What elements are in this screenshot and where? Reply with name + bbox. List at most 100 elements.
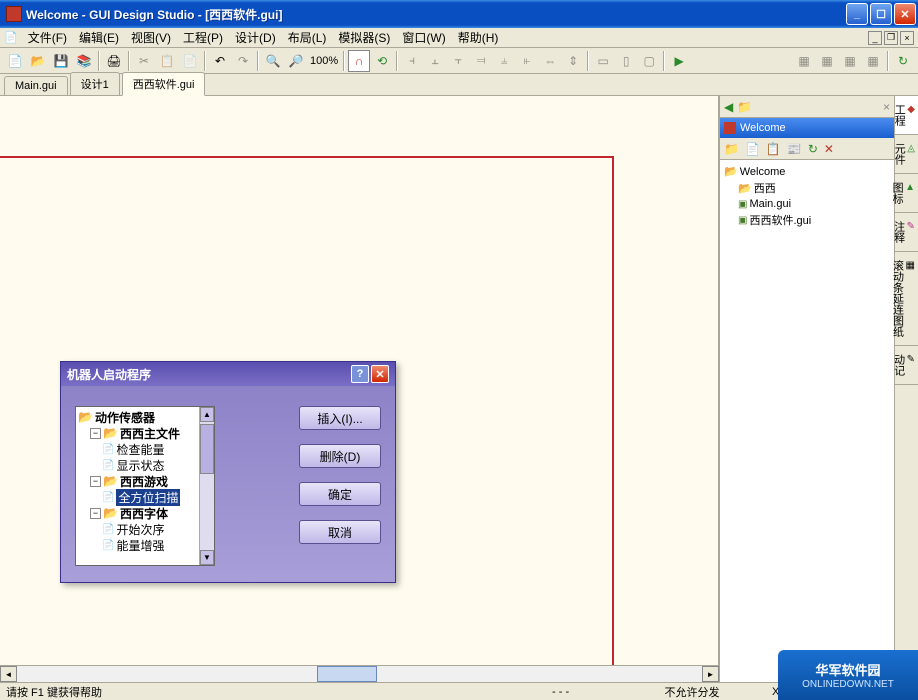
scroll-thumb[interactable]	[200, 424, 214, 474]
snap-button[interactable]: ∩	[348, 50, 370, 72]
link-button[interactable]: ⟲	[371, 50, 393, 72]
undo-button[interactable]: ↶	[209, 50, 231, 72]
side-tab-project[interactable]: ◆工程	[895, 96, 918, 135]
design-canvas[interactable]: 机器人启动程序 ? ✕ 📂动作传感器 −📂西西主文件 📄检查能量 📄显示状态	[0, 96, 719, 665]
side-tab-icons[interactable]: ▲图标	[895, 174, 918, 213]
side-tab-elements[interactable]: ◬元件	[895, 135, 918, 174]
scroll-left-icon[interactable]: ◄	[0, 666, 17, 682]
panel-nav-back-icon[interactable]: ◀	[724, 100, 733, 114]
align-left-button[interactable]: ⫞	[401, 50, 423, 72]
dialog-tree-scrollbar[interactable]: ▲ ▼	[199, 407, 214, 565]
cancel-button[interactable]: 取消	[299, 520, 381, 544]
side-tab-log[interactable]: ✎动记	[895, 346, 918, 385]
distribute-h-button[interactable]: ⇔	[539, 50, 561, 72]
tree-root[interactable]: 动作传感器	[95, 409, 155, 426]
scroll-right-icon[interactable]: ►	[702, 666, 719, 682]
close-button[interactable]: ✕	[894, 3, 916, 25]
menu-window[interactable]: 窗口(W)	[396, 27, 451, 48]
view-icon[interactable]: 📰	[787, 142, 802, 156]
tree-file[interactable]: Main.gui	[749, 198, 791, 210]
scroll-down-icon[interactable]: ▼	[200, 550, 214, 565]
tree-item[interactable]: 能量增强	[116, 537, 164, 554]
zoom-out-button[interactable]: 🔎	[285, 50, 307, 72]
tree-root[interactable]: Welcome	[740, 166, 786, 178]
dialog-close-button[interactable]: ✕	[371, 365, 389, 383]
insert-button[interactable]: 插入(I)...	[299, 406, 381, 430]
minimize-button[interactable]: _	[846, 3, 868, 25]
menu-design[interactable]: 设计(D)	[229, 27, 282, 48]
tab-xixi-software[interactable]: 西西软件.gui	[122, 72, 206, 96]
mdi-close-button[interactable]: ×	[900, 31, 914, 45]
zoom-level[interactable]: 100%	[308, 55, 340, 67]
forward-button[interactable]: ▦	[839, 50, 861, 72]
refresh-icon[interactable]: ↻	[808, 142, 818, 156]
side-tab-notes[interactable]: ✎注释	[895, 213, 918, 252]
align-center-button[interactable]: ⫠	[424, 50, 446, 72]
back-button[interactable]: ▦	[816, 50, 838, 72]
mdi-restore-button[interactable]: ❐	[884, 31, 898, 45]
panel-folder-icon[interactable]: 📁	[737, 100, 752, 114]
tree-item[interactable]: 检查能量	[116, 441, 164, 458]
panel-close-button[interactable]: ×	[883, 100, 890, 114]
open-button[interactable]: 📂	[27, 50, 49, 72]
same-height-button[interactable]: ▯	[615, 50, 637, 72]
dialog-titlebar[interactable]: 机器人启动程序 ? ✕	[61, 362, 395, 386]
menu-project[interactable]: 工程(P)	[177, 27, 229, 48]
menu-simulator[interactable]: 模拟器(S)	[332, 27, 396, 48]
copy-button[interactable]: 📋	[156, 50, 178, 72]
robot-startup-dialog[interactable]: 机器人启动程序 ? ✕ 📂动作传感器 −📂西西主文件 📄检查能量 📄显示状态	[60, 361, 396, 583]
new-folder-icon[interactable]: 📁	[724, 142, 739, 156]
tab-design1[interactable]: 设计1	[70, 72, 120, 95]
paste-button[interactable]: 📄	[179, 50, 201, 72]
align-top-button[interactable]: ⫤	[470, 50, 492, 72]
copy-icon[interactable]: 📋	[766, 142, 781, 156]
tree-group1[interactable]: 西西主文件	[120, 425, 180, 442]
save-button[interactable]: 💾	[50, 50, 72, 72]
dialog-help-button[interactable]: ?	[351, 365, 369, 383]
run-button[interactable]: ▶	[668, 50, 690, 72]
ok-button[interactable]: 确定	[299, 482, 381, 506]
save-all-button[interactable]: 📚	[73, 50, 95, 72]
scroll-track[interactable]	[17, 666, 702, 682]
tree-group2[interactable]: 西西游戏	[120, 473, 168, 490]
align-right-button[interactable]: ⫟	[447, 50, 469, 72]
redo-button[interactable]: ↷	[232, 50, 254, 72]
menu-edit[interactable]: 编辑(E)	[73, 27, 125, 48]
project-tree[interactable]: 📂Welcome 📂西西 ▣Main.gui ▣西西软件.gui	[720, 160, 894, 682]
maximize-button[interactable]: ☐	[870, 3, 892, 25]
mdi-icon[interactable]: 📄	[4, 31, 18, 44]
new-button[interactable]: 📄	[4, 50, 26, 72]
align-middle-button[interactable]: ⫨	[493, 50, 515, 72]
mdi-minimize-button[interactable]: _	[868, 31, 882, 45]
tree-item[interactable]: 显示状态	[116, 457, 164, 474]
same-size-button[interactable]: ▢	[638, 50, 660, 72]
same-width-button[interactable]: ▭	[592, 50, 614, 72]
menu-layout[interactable]: 布局(L)	[282, 27, 333, 48]
side-tab-storyboard[interactable]: ▦滚动条延连图纸	[895, 252, 918, 346]
tree-item-selected[interactable]: 全方位扫描	[116, 489, 180, 506]
delete-icon[interactable]: ✕	[824, 142, 834, 156]
delete-button[interactable]: 删除(D)	[299, 444, 381, 468]
menu-help[interactable]: 帮助(H)	[452, 27, 505, 48]
menu-file[interactable]: 文件(F)	[22, 27, 73, 48]
backward-button[interactable]: ▦	[862, 50, 884, 72]
tree-group3[interactable]: 西西字体	[120, 505, 168, 522]
menu-view[interactable]: 视图(V)	[125, 27, 177, 48]
front-button[interactable]: ▦	[793, 50, 815, 72]
zoom-in-button[interactable]: 🔍	[262, 50, 284, 72]
align-bottom-button[interactable]: ⫦	[516, 50, 538, 72]
tree-folder[interactable]: 西西	[754, 180, 776, 196]
new-file-icon[interactable]: 📄	[745, 142, 760, 156]
scroll-thumb[interactable]	[317, 666, 377, 682]
scroll-up-icon[interactable]: ▲	[200, 407, 214, 422]
refresh-button[interactable]: ↻	[892, 50, 914, 72]
dialog-treeview[interactable]: 📂动作传感器 −📂西西主文件 📄检查能量 📄显示状态 −📂西西游戏 📄全方位扫描…	[75, 406, 215, 566]
tab-main-gui[interactable]: Main.gui	[4, 76, 68, 95]
cut-button[interactable]: ✂	[133, 50, 155, 72]
tree-file[interactable]: 西西软件.gui	[749, 212, 811, 228]
tree-item[interactable]: 开始次序	[116, 521, 164, 538]
print-button[interactable]: 🖨	[103, 50, 125, 72]
canvas-horizontal-scrollbar[interactable]: ◄ ►	[0, 665, 719, 682]
project-label-row[interactable]: Welcome	[720, 118, 894, 138]
distribute-v-button[interactable]: ⇕	[562, 50, 584, 72]
